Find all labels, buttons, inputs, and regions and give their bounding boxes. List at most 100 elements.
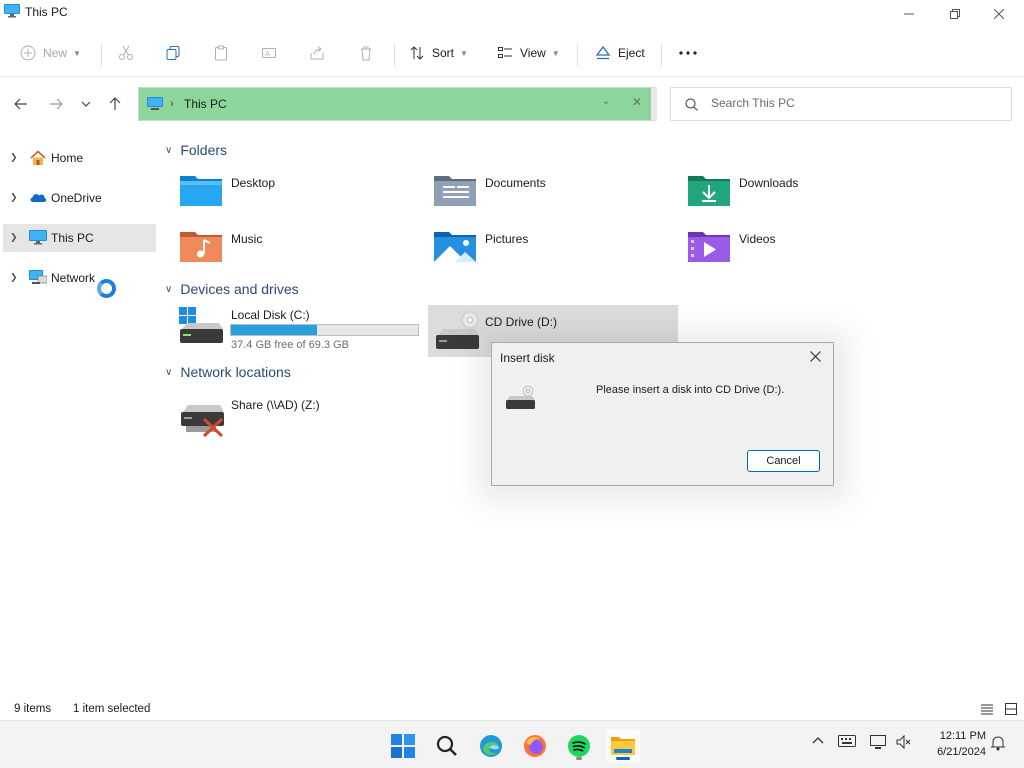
pictures-folder-icon	[434, 232, 476, 262]
recent-locations-button[interactable]	[76, 94, 96, 114]
minimize-icon	[904, 13, 914, 15]
search-icon	[436, 735, 457, 756]
disk-usage-fill	[231, 325, 318, 335]
file-explorer-app-button[interactable]	[606, 729, 640, 763]
start-button[interactable]	[386, 729, 420, 763]
system-clock[interactable]: 12:11 PM 6/21/2024	[922, 728, 986, 760]
sidebar-item-label: OneDrive	[51, 191, 102, 205]
delete-button[interactable]	[358, 40, 374, 66]
taskbar: 12:11 PM 6/21/2024	[0, 720, 1024, 768]
section-title: Folders	[180, 142, 228, 158]
rename-button[interactable]: A	[261, 40, 277, 66]
command-bar: New ▼ A Sort ▼ View ▼ Eject	[0, 28, 1024, 76]
sidebar-item-network[interactable]: ❯ Network	[3, 264, 156, 292]
folder-desktop[interactable]: Desktop	[179, 172, 419, 218]
navigation-pane: ❯ Home ❯ OneDrive ❯ This PC ❯ Network	[0, 132, 160, 692]
address-history-dropdown[interactable]: ⌄	[602, 96, 610, 107]
taskbar-search-button[interactable]	[430, 729, 464, 763]
folder-pictures[interactable]: Pictures	[433, 228, 673, 274]
dialog-close-button[interactable]	[810, 349, 821, 366]
edge-app-button[interactable]	[474, 729, 508, 763]
breadcrumb-this-pc[interactable]: This PC	[184, 97, 227, 111]
view-button[interactable]: View ▼	[497, 40, 560, 66]
chevron-down-icon: ∨	[165, 283, 173, 295]
eject-button[interactable]: Eject	[595, 40, 645, 66]
section-header-folders[interactable]: ∨ Folders	[165, 142, 227, 158]
expand-chevron-icon[interactable]: ❯	[10, 192, 18, 203]
windows-drive-icon	[179, 307, 223, 343]
close-button[interactable]	[976, 0, 1022, 28]
item-count: 9 items	[14, 703, 52, 715]
divider	[394, 44, 395, 66]
spotify-app-button[interactable]	[562, 729, 596, 763]
sidebar-item-onedrive[interactable]: ❯ OneDrive	[3, 184, 156, 212]
firefox-app-button[interactable]	[518, 729, 552, 763]
svg-text:A: A	[265, 50, 270, 58]
folder-videos[interactable]: Videos	[687, 228, 927, 274]
details-view-icon[interactable]	[980, 702, 994, 716]
chevron-down-icon	[81, 101, 91, 107]
eject-icon	[595, 45, 611, 60]
section-header-network-locations[interactable]: ∨ Network locations	[165, 364, 291, 380]
folder-music[interactable]: Music	[179, 228, 419, 274]
close-icon	[994, 9, 1004, 19]
music-folder-icon	[180, 232, 222, 262]
network-status-icon[interactable]	[870, 735, 888, 751]
search-box[interactable]	[670, 87, 1012, 121]
breadcrumb-separator-icon: ›	[170, 98, 174, 110]
chevron-down-icon: ∨	[165, 144, 173, 156]
show-hidden-icons-icon[interactable]	[812, 735, 824, 747]
section-header-devices[interactable]: ∨ Devices and drives	[165, 281, 299, 297]
chevron-down-icon: ∨	[165, 366, 173, 378]
drive-label: Local Disk (C:)	[231, 308, 310, 322]
pc-icon	[29, 230, 47, 245]
sort-button[interactable]: Sort ▼	[409, 40, 468, 66]
expand-chevron-icon[interactable]: ❯	[10, 272, 18, 283]
folder-documents[interactable]: Documents	[433, 172, 673, 218]
sidebar-item-this-pc[interactable]: ❯ This PC	[3, 224, 156, 252]
trash-icon	[361, 46, 371, 61]
back-button[interactable]	[11, 94, 31, 114]
cut-button[interactable]	[118, 40, 134, 66]
active-indicator	[616, 757, 630, 760]
chevron-down-icon: ▼	[460, 48, 468, 58]
more-options-button[interactable]	[679, 40, 697, 66]
view-label: View	[520, 46, 546, 60]
drive-local-disk-c[interactable]: Local Disk (C:) 37.4 GB free of 69.3 GB	[176, 304, 424, 356]
close-icon	[810, 351, 821, 362]
folder-label: Desktop	[231, 176, 276, 190]
expand-chevron-icon[interactable]: ❯	[10, 232, 18, 243]
folder-downloads[interactable]: Downloads	[687, 172, 927, 218]
paste-button[interactable]	[213, 40, 229, 66]
address-bar[interactable]: › This PC ⌄ ✕	[138, 87, 657, 121]
minimize-button[interactable]	[886, 0, 932, 28]
keyboard-icon[interactable]	[838, 735, 856, 747]
divider	[577, 44, 578, 66]
status-bar: 9 items 1 item selected	[0, 700, 1024, 720]
copy-icon	[166, 46, 180, 60]
forward-button[interactable]	[46, 94, 66, 114]
share-icon	[310, 46, 324, 60]
pc-icon	[147, 97, 163, 110]
sidebar-item-label: This PC	[51, 231, 94, 245]
spotify-icon	[568, 735, 590, 757]
new-button[interactable]: New ▼	[20, 40, 81, 66]
section-title: Network locations	[180, 364, 291, 380]
network-drive-z[interactable]: Share (\\AD) (Z:)	[176, 394, 424, 446]
notifications-icon[interactable]	[990, 735, 1006, 751]
divider	[101, 44, 102, 66]
up-button[interactable]	[105, 94, 125, 114]
copy-button[interactable]	[165, 40, 181, 66]
volume-muted-icon[interactable]	[896, 735, 912, 749]
share-button[interactable]	[309, 40, 325, 66]
sidebar-item-home[interactable]: ❯ Home	[3, 144, 156, 172]
expand-chevron-icon[interactable]: ❯	[10, 152, 18, 163]
search-input[interactable]	[711, 96, 1001, 110]
cd-drive-icon	[436, 311, 479, 349]
cancel-button[interactable]: Cancel	[747, 450, 820, 472]
sort-label: Sort	[432, 46, 455, 60]
large-icons-view-icon[interactable]	[1004, 702, 1018, 716]
clear-address-button[interactable]: ✕	[632, 95, 642, 109]
plus-circle-icon	[20, 45, 36, 61]
restore-button[interactable]	[932, 0, 978, 28]
